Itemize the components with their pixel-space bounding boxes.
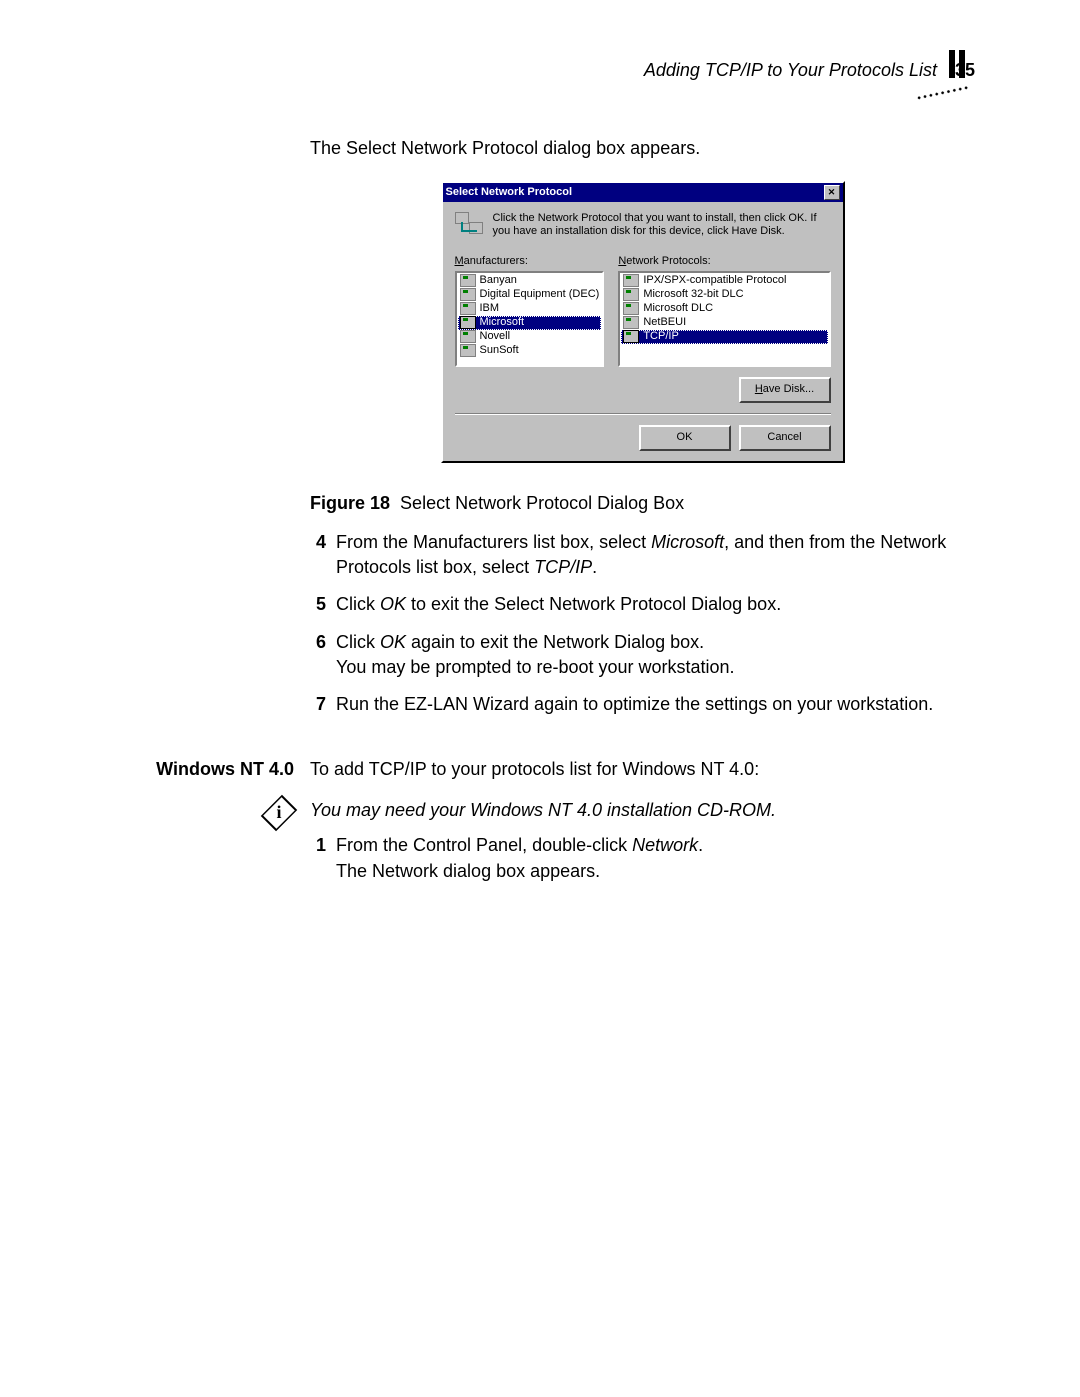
network-icon xyxy=(455,212,483,236)
protocol-icon xyxy=(623,330,639,343)
manufacturers-listbox[interactable]: BanyanDigital Equipment (DEC)IBMMicrosof… xyxy=(455,271,605,367)
list-item-label: SunSoft xyxy=(480,344,519,357)
list-item-label: Microsoft xyxy=(480,316,525,329)
step-number: 7 xyxy=(310,692,326,723)
protocol-icon xyxy=(623,288,639,301)
list-item[interactable]: Digital Equipment (DEC) xyxy=(458,288,602,302)
list-item-label: TCP/IP xyxy=(643,330,678,343)
list-item[interactable]: Microsoft 32-bit DLC xyxy=(621,288,827,302)
protocol-icon xyxy=(460,302,476,315)
header-ornament xyxy=(915,78,980,96)
step-body: Click OK again to exit the Network Dialo… xyxy=(336,630,975,686)
instruction-step: 1From the Control Panel, double-click Ne… xyxy=(310,833,975,889)
step-number: 6 xyxy=(310,630,326,686)
step-number: 5 xyxy=(310,592,326,623)
step-number: 4 xyxy=(310,530,326,586)
list-item-label: IPX/SPX-compatible Protocol xyxy=(643,274,786,287)
intro-text: The Select Network Protocol dialog box a… xyxy=(310,136,975,161)
list-item-label: Microsoft DLC xyxy=(643,302,713,315)
select-network-protocol-dialog: Select Network Protocol ✕ Click the Netw… xyxy=(441,181,845,463)
close-icon[interactable]: ✕ xyxy=(824,185,840,200)
list-item-label: Microsoft 32-bit DLC xyxy=(643,288,743,301)
dialog-instruction: Click the Network Protocol that you want… xyxy=(493,212,831,238)
list-item[interactable]: Novell xyxy=(458,330,602,344)
list-item[interactable]: SunSoft xyxy=(458,344,602,358)
protocols-listbox[interactable]: IPX/SPX-compatible ProtocolMicrosoft 32-… xyxy=(618,271,830,367)
list-item[interactable]: TCP/IP xyxy=(621,330,827,344)
step-body: From the Manufacturers list box, select … xyxy=(336,530,975,586)
protocol-icon xyxy=(460,330,476,343)
list-item[interactable]: Microsoft xyxy=(458,316,602,330)
instruction-step: 4From the Manufacturers list box, select… xyxy=(310,530,975,586)
have-disk-button[interactable]: Have Disk... xyxy=(739,377,831,403)
instruction-step: 6Click OK again to exit the Network Dial… xyxy=(310,630,975,686)
list-item-label: Banyan xyxy=(480,274,517,287)
list-item-label: IBM xyxy=(480,302,500,315)
instruction-step: 7 Run the EZ-LAN Wizard again to optimize… xyxy=(310,692,975,723)
protocol-icon xyxy=(460,344,476,357)
list-item-label: NetBEUI xyxy=(643,316,686,329)
protocols-label: Network Protocols: xyxy=(618,255,830,268)
instruction-step: 5 Click OK to exit the Select Network Pro… xyxy=(310,592,975,623)
dialog-title: Select Network Protocol xyxy=(446,186,573,199)
info-icon: i xyxy=(264,798,294,828)
protocol-icon xyxy=(623,302,639,315)
list-item[interactable]: Microsoft DLC xyxy=(621,302,827,316)
nt-intro: To add TCP/IP to your protocols list for… xyxy=(310,757,975,782)
step-body: From the Control Panel, double-click Net… xyxy=(336,833,975,889)
list-item-label: Novell xyxy=(480,330,511,343)
list-item-label: Digital Equipment (DEC) xyxy=(480,288,600,301)
protocol-icon xyxy=(623,316,639,329)
protocol-icon xyxy=(460,288,476,301)
header-title: Adding TCP/IP to Your Protocols List xyxy=(644,58,937,83)
section-heading-nt: Windows NT 4.0 xyxy=(150,757,310,782)
list-item[interactable]: IPX/SPX-compatible Protocol xyxy=(621,274,827,288)
protocol-icon xyxy=(460,316,476,329)
dialog-title-bar: Select Network Protocol ✕ xyxy=(443,183,843,202)
step-body: Run the EZ-LAN Wizard again to optimize … xyxy=(336,692,975,723)
list-item[interactable]: IBM xyxy=(458,302,602,316)
nt-note: You may need your Windows NT 4.0 install… xyxy=(310,798,975,823)
protocol-icon xyxy=(460,274,476,287)
manufacturers-label: Manufacturers: xyxy=(455,255,605,268)
list-item[interactable]: Banyan xyxy=(458,274,602,288)
figure-caption: Figure 18 Select Network Protocol Dialog… xyxy=(310,491,975,516)
step-body: Click OK to exit the Select Network Prot… xyxy=(336,592,975,623)
step-number: 1 xyxy=(310,833,326,889)
protocol-icon xyxy=(623,274,639,287)
cancel-button[interactable]: Cancel xyxy=(739,425,831,451)
ok-button[interactable]: OK xyxy=(639,425,731,451)
list-item[interactable]: NetBEUI xyxy=(621,316,827,330)
